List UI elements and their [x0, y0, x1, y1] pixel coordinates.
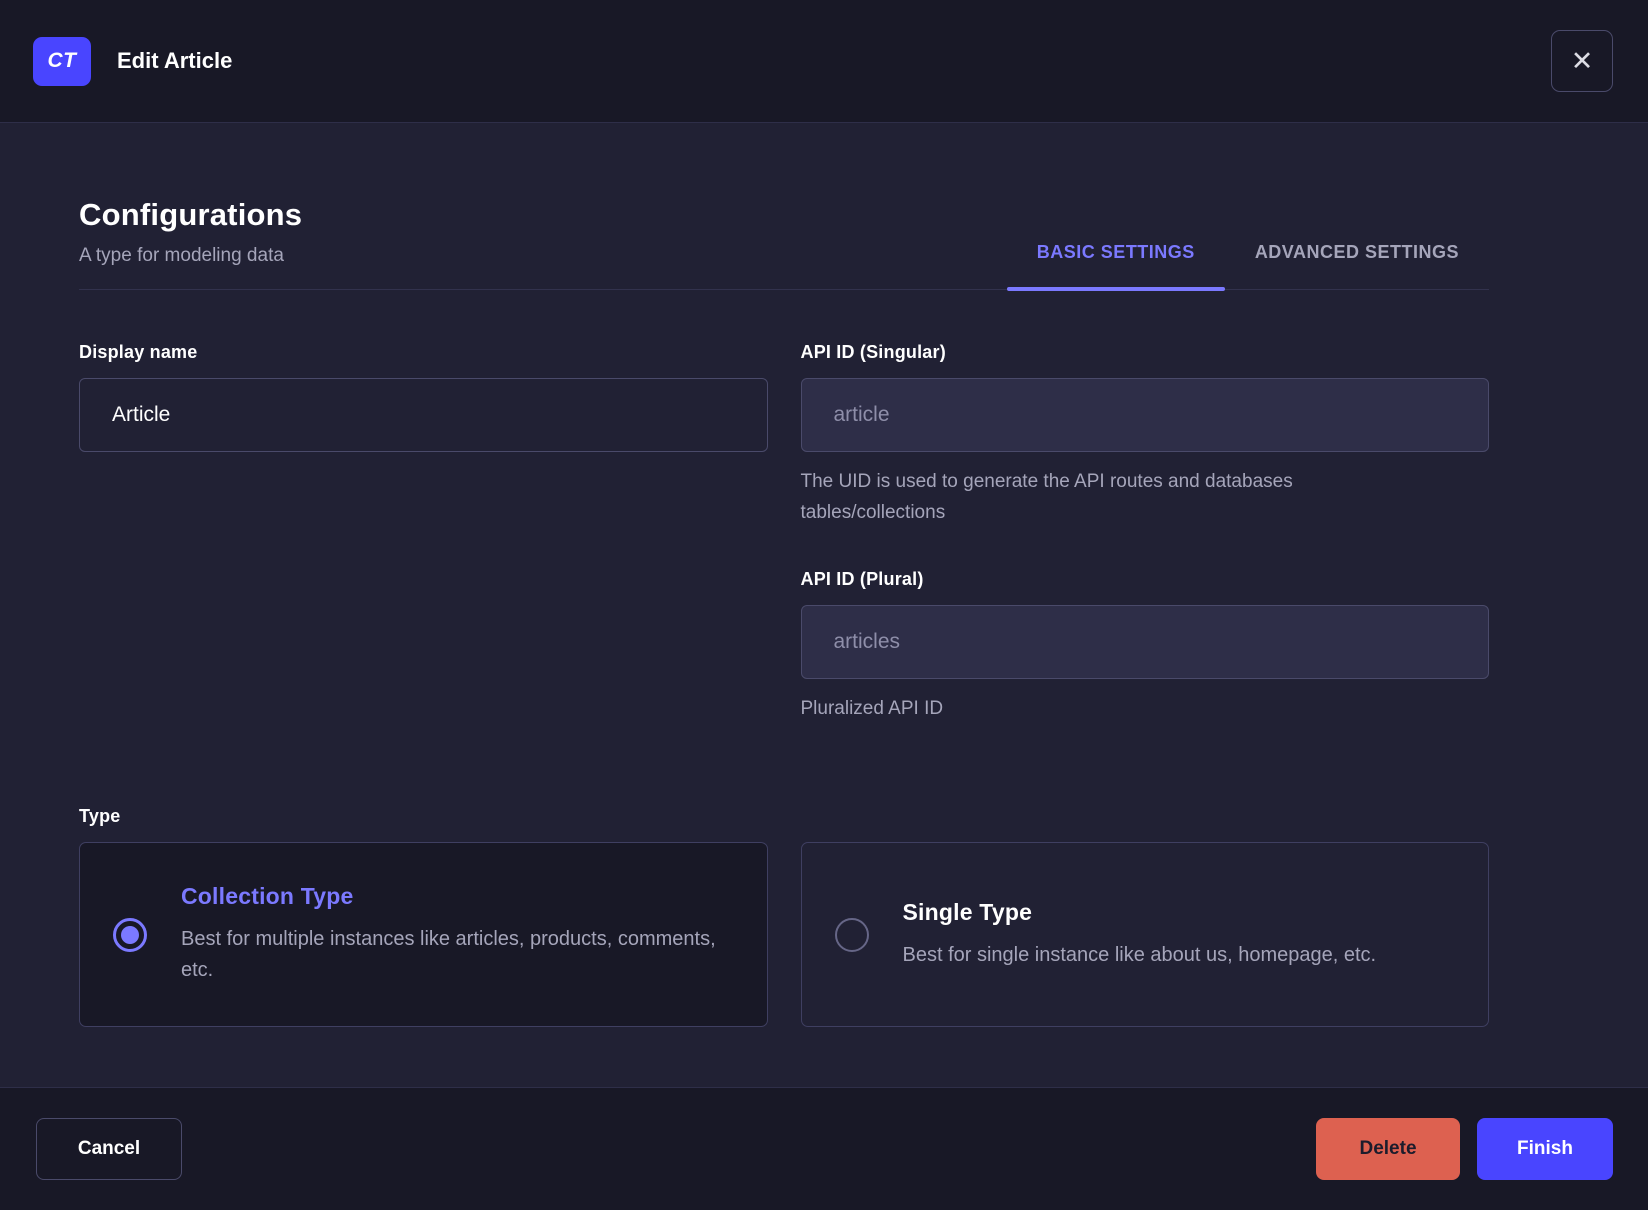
type-options: Collection Type Best for multiple instan…	[79, 842, 1489, 1027]
display-name-field-group: Display name	[79, 342, 768, 528]
collection-type-text: Collection Type Best for multiple instan…	[181, 883, 721, 986]
radio-unselected-icon[interactable]	[834, 917, 869, 952]
type-option-collection-type[interactable]: Collection Type Best for multiple instan…	[79, 842, 768, 1027]
api-id-singular-input[interactable]	[800, 378, 1489, 452]
modal-title: Edit Article	[117, 48, 233, 73]
api-id-plural-field-group: API ID (Plural) Pluralized API ID	[800, 569, 1489, 724]
section-head: Configurations A type for modeling data …	[79, 197, 1489, 291]
page-subtitle: A type for modeling data	[79, 245, 284, 266]
modal-body: Configurations A type for modeling data …	[0, 123, 1648, 1087]
collection-type-title: Collection Type	[181, 883, 354, 909]
section-head-text: Configurations A type for modeling data	[79, 197, 302, 289]
display-name-label: Display name	[79, 342, 198, 362]
type-section: Type Collection Type Best for multiple i…	[79, 806, 1489, 1027]
finish-button[interactable]: Finish	[1477, 1118, 1613, 1180]
collection-type-description: Best for multiple instances like article…	[181, 928, 716, 981]
api-id-singular-label: API ID (Singular)	[800, 342, 946, 362]
api-id-singular-hint: The UID is used to generate the API rout…	[800, 471, 1293, 523]
api-id-plural-input[interactable]	[800, 605, 1489, 679]
single-type-title: Single Type	[902, 898, 1033, 925]
close-icon: ✕	[1570, 45, 1594, 76]
cancel-button[interactable]: Cancel	[36, 1118, 182, 1180]
close-button[interactable]: ✕	[1551, 30, 1613, 92]
page-title: Configurations	[79, 197, 303, 232]
display-name-input[interactable]	[79, 378, 768, 452]
single-type-description: Best for single instance like about us, …	[902, 943, 1377, 966]
api-id-singular-field-group: API ID (Singular) The UID is used to gen…	[800, 342, 1489, 528]
settings-tabs: BASIC SETTINGS ADVANCED SETTINGS	[1006, 242, 1489, 291]
tab-advanced-settings[interactable]: ADVANCED SETTINGS	[1225, 242, 1489, 289]
single-type-text: Single Type Best for single instance lik…	[903, 899, 1377, 971]
modal-footer: Cancel Delete Finish	[0, 1087, 1648, 1210]
content-type-badge-label: CT	[47, 49, 77, 72]
api-id-plural-label: API ID (Plural)	[800, 569, 924, 589]
modal-header: CT Edit Article ✕	[0, 0, 1648, 123]
api-id-plural-hint: Pluralized API ID	[800, 698, 944, 719]
content-type-badge: CT	[33, 36, 91, 86]
footer-actions: Delete Finish	[1316, 1118, 1613, 1180]
radio-selected-icon[interactable]	[113, 917, 147, 952]
delete-button[interactable]: Delete	[1316, 1118, 1460, 1180]
type-option-single-type[interactable]: Single Type Best for single instance lik…	[800, 842, 1489, 1027]
configuration-form: Display name API ID (Singular) The UID i…	[79, 342, 1489, 724]
tab-basic-settings[interactable]: BASIC SETTINGS	[1006, 242, 1225, 291]
type-label: Type	[79, 806, 121, 826]
